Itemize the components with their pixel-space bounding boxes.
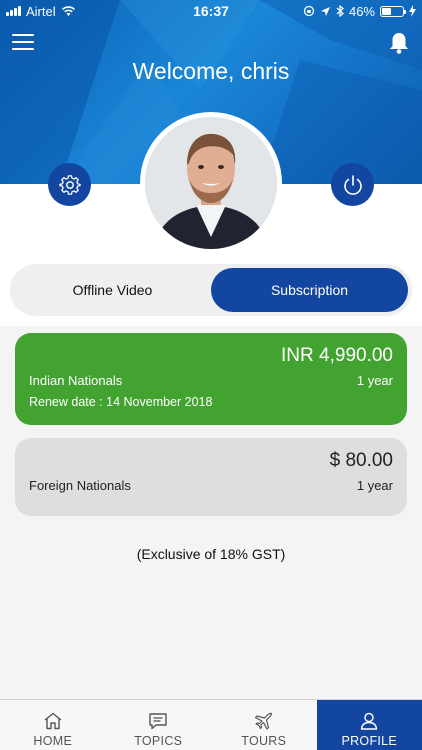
logout-button[interactable] [331,163,374,206]
tab-topics[interactable]: TOPICS [106,700,212,750]
topics-icon [149,713,167,730]
plan-name: Foreign Nationals [29,478,131,493]
tab-label: HOME [33,734,73,748]
wifi-icon [61,5,75,16]
battery-percent: 46% [348,3,375,19]
status-bar: Airtel 16:37 46% [0,0,422,22]
home-icon [44,712,62,730]
power-icon [343,174,362,195]
plan-price: INR 4,990.00 [281,345,393,366]
battery-icon [380,5,406,17]
profile-avatar[interactable] [140,112,282,254]
profile-icon [361,712,378,730]
status-time: 16:37 [193,3,229,19]
tab-home[interactable]: HOME [0,700,106,750]
tab-label: TOURS [241,734,287,748]
plan-duration: 1 year [356,478,393,493]
profile-segmented-control: Offline Video Subscription [10,264,412,316]
bottom-tab-bar: HOME TOPICS TOURS PROFILE [0,699,422,750]
charging-icon [409,5,416,17]
gear-icon [58,174,81,195]
plane-icon [254,712,272,730]
tab-subscription[interactable]: Subscription [211,268,408,312]
plan-card-indian[interactable]: INR 4,990.00 Indian Nationals 1 year Ren… [15,333,407,425]
plan-duration: 1 year [356,373,393,388]
menu-button[interactable] [12,34,34,52]
plan-price: $ 80.00 [329,450,393,471]
tab-offline-video[interactable]: Offline Video [14,268,211,312]
plan-card-foreign[interactable]: $ 80.00 Foreign Nationals 1 year [15,438,407,516]
avatar-photo [145,117,277,249]
tab-tours[interactable]: TOURS [211,700,317,750]
carrier-label: Airtel [26,3,56,19]
tab-label: PROFILE [341,734,398,748]
notification-bell-icon[interactable] [388,31,410,55]
bluetooth-icon [336,5,344,17]
tab-label: TOPICS [134,734,183,748]
welcome-heading: Welcome, chris [132,58,290,84]
settings-button[interactable] [48,163,91,206]
menu-icon [12,34,34,36]
plan-name: Indian Nationals [29,373,123,388]
signal-icon [6,6,21,16]
renew-date: Renew date : 14 November 2018 [29,395,213,409]
location-icon [320,6,330,16]
lock-rotation-icon [303,5,315,17]
gst-note: (Exclusive of 18% GST) [136,546,286,562]
tab-profile[interactable]: PROFILE [316,700,422,750]
